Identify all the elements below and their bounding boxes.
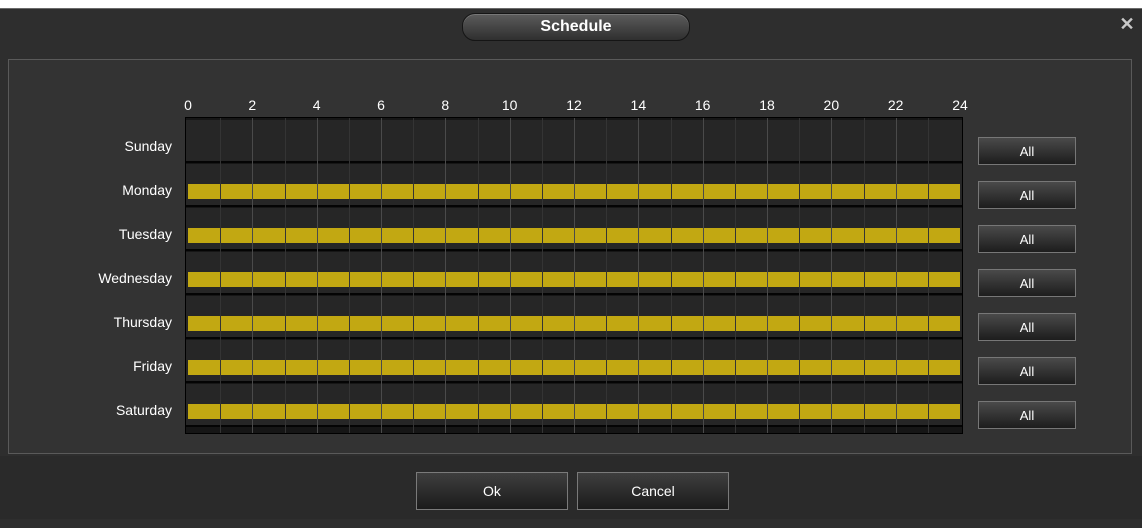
- all-button-saturday[interactable]: All: [978, 401, 1076, 429]
- hour-gridline: [670, 118, 672, 433]
- hour-label: 0: [184, 97, 192, 113]
- hour-label: 14: [630, 97, 647, 113]
- all-button-friday[interactable]: All: [978, 357, 1076, 385]
- day-label-saturday: Saturday: [115, 402, 172, 418]
- all-button-thursday[interactable]: All: [978, 313, 1076, 341]
- hour-gridline: [799, 118, 801, 433]
- day-label-friday: Friday: [133, 358, 172, 374]
- cancel-button[interactable]: Cancel: [577, 472, 729, 510]
- hour-gridline: [606, 118, 608, 433]
- hour-gridline: [895, 118, 897, 433]
- hour-gridline: [702, 118, 704, 433]
- hour-gridline: [638, 118, 640, 433]
- hour-gridline: [927, 118, 929, 433]
- hour-gridline: [445, 118, 447, 433]
- hour-gridline: [252, 118, 254, 433]
- hour-gridline: [220, 118, 222, 433]
- dialog-title: Schedule: [462, 13, 690, 41]
- hour-gridline: [381, 118, 382, 433]
- hour-gridline: [477, 118, 479, 433]
- hour-label: 22: [887, 97, 904, 113]
- close-icon[interactable]: ✕: [1118, 14, 1136, 34]
- hour-label: 24: [952, 97, 968, 113]
- hour-gridline: [348, 118, 350, 433]
- hour-label: 6: [377, 97, 385, 113]
- hour-gridline: [863, 118, 865, 433]
- dialog-footer: [0, 456, 1142, 519]
- day-label-sunday: Sunday: [124, 138, 172, 154]
- all-button-wednesday[interactable]: All: [978, 269, 1076, 297]
- hour-gridline: [574, 118, 575, 433]
- hour-label: 10: [501, 97, 518, 113]
- hour-label: 18: [759, 97, 775, 113]
- hour-label: 12: [566, 97, 582, 113]
- hour-label: 4: [312, 97, 321, 113]
- hour-gridline: [767, 118, 768, 433]
- day-label-thursday: Thursday: [113, 314, 172, 330]
- day-label-wednesday: Wednesday: [98, 270, 172, 286]
- hour-gridline: [413, 118, 415, 433]
- all-button-monday[interactable]: All: [978, 181, 1076, 209]
- hour-label: 2: [248, 97, 257, 113]
- hour-gridline: [284, 118, 286, 433]
- all-button-sunday[interactable]: All: [978, 137, 1076, 165]
- hour-gridline: [831, 118, 833, 433]
- schedule-grid[interactable]: [185, 117, 963, 434]
- hour-label: 20: [823, 97, 840, 113]
- hour-label: 8: [441, 97, 450, 113]
- hour-gridline: [734, 118, 736, 433]
- hour-label: 16: [694, 97, 711, 113]
- day-label-tuesday: Tuesday: [118, 226, 172, 242]
- hour-gridline: [316, 118, 318, 433]
- all-button-tuesday[interactable]: All: [978, 225, 1076, 253]
- hour-gridline: [541, 118, 543, 433]
- day-label-monday: Monday: [122, 182, 172, 198]
- hour-gridline: [509, 118, 511, 433]
- ok-button[interactable]: Ok: [416, 472, 568, 510]
